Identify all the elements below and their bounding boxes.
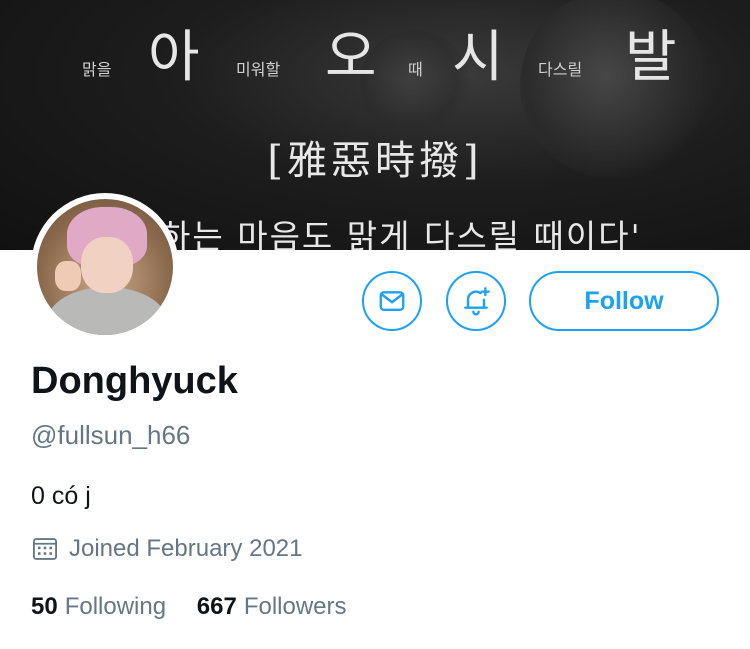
banner-syllable: 오 xyxy=(325,25,377,90)
username-handle: @fullsun_h66 xyxy=(31,420,191,450)
avatar[interactable] xyxy=(31,193,179,341)
joined-text: Joined February 2021 xyxy=(69,535,303,562)
avatar-face xyxy=(81,237,133,293)
banner-word: 맑을 xyxy=(82,60,112,79)
avatar-hoodie xyxy=(47,287,167,335)
profile-stats: 50 Following 667 Followers xyxy=(31,593,371,621)
envelope-icon xyxy=(379,291,405,311)
banner-hanja: [雅惡時撥] xyxy=(267,138,483,184)
follow-button[interactable]: Follow xyxy=(529,271,719,331)
display-name: Donghyuck xyxy=(31,360,238,402)
avatar-photo xyxy=(37,199,173,335)
avatar-hand xyxy=(55,261,81,291)
following-link[interactable]: 50 Following xyxy=(31,593,166,621)
joined-date: Joined February 2021 xyxy=(31,533,302,565)
banner-word: 미워할 xyxy=(236,60,281,79)
notifications-button[interactable] xyxy=(446,271,506,331)
banner-quote: 하는 마음도 맑게 다스릴 때이다' xyxy=(160,217,642,250)
banner-word: 다스릴 xyxy=(538,60,583,79)
followers-label: Followers xyxy=(243,593,347,620)
bell-plus-icon xyxy=(464,287,490,316)
following-count: 50 xyxy=(31,593,58,620)
banner-word: 때 xyxy=(408,60,423,79)
banner-syllable: 시 xyxy=(452,25,504,90)
profile-bio: 0 có j xyxy=(31,482,91,510)
banner-title-row: 맑을 아 미워할 오 때 시 다스릴 발 xyxy=(0,12,750,92)
calendar-icon xyxy=(31,535,59,563)
banner-syllable: 발 xyxy=(625,25,677,90)
following-label: Following xyxy=(64,593,167,620)
followers-count: 667 xyxy=(196,593,237,620)
message-button[interactable] xyxy=(362,271,422,331)
banner-syllable: 아 xyxy=(148,25,200,90)
followers-link[interactable]: 667 Followers xyxy=(197,593,347,621)
